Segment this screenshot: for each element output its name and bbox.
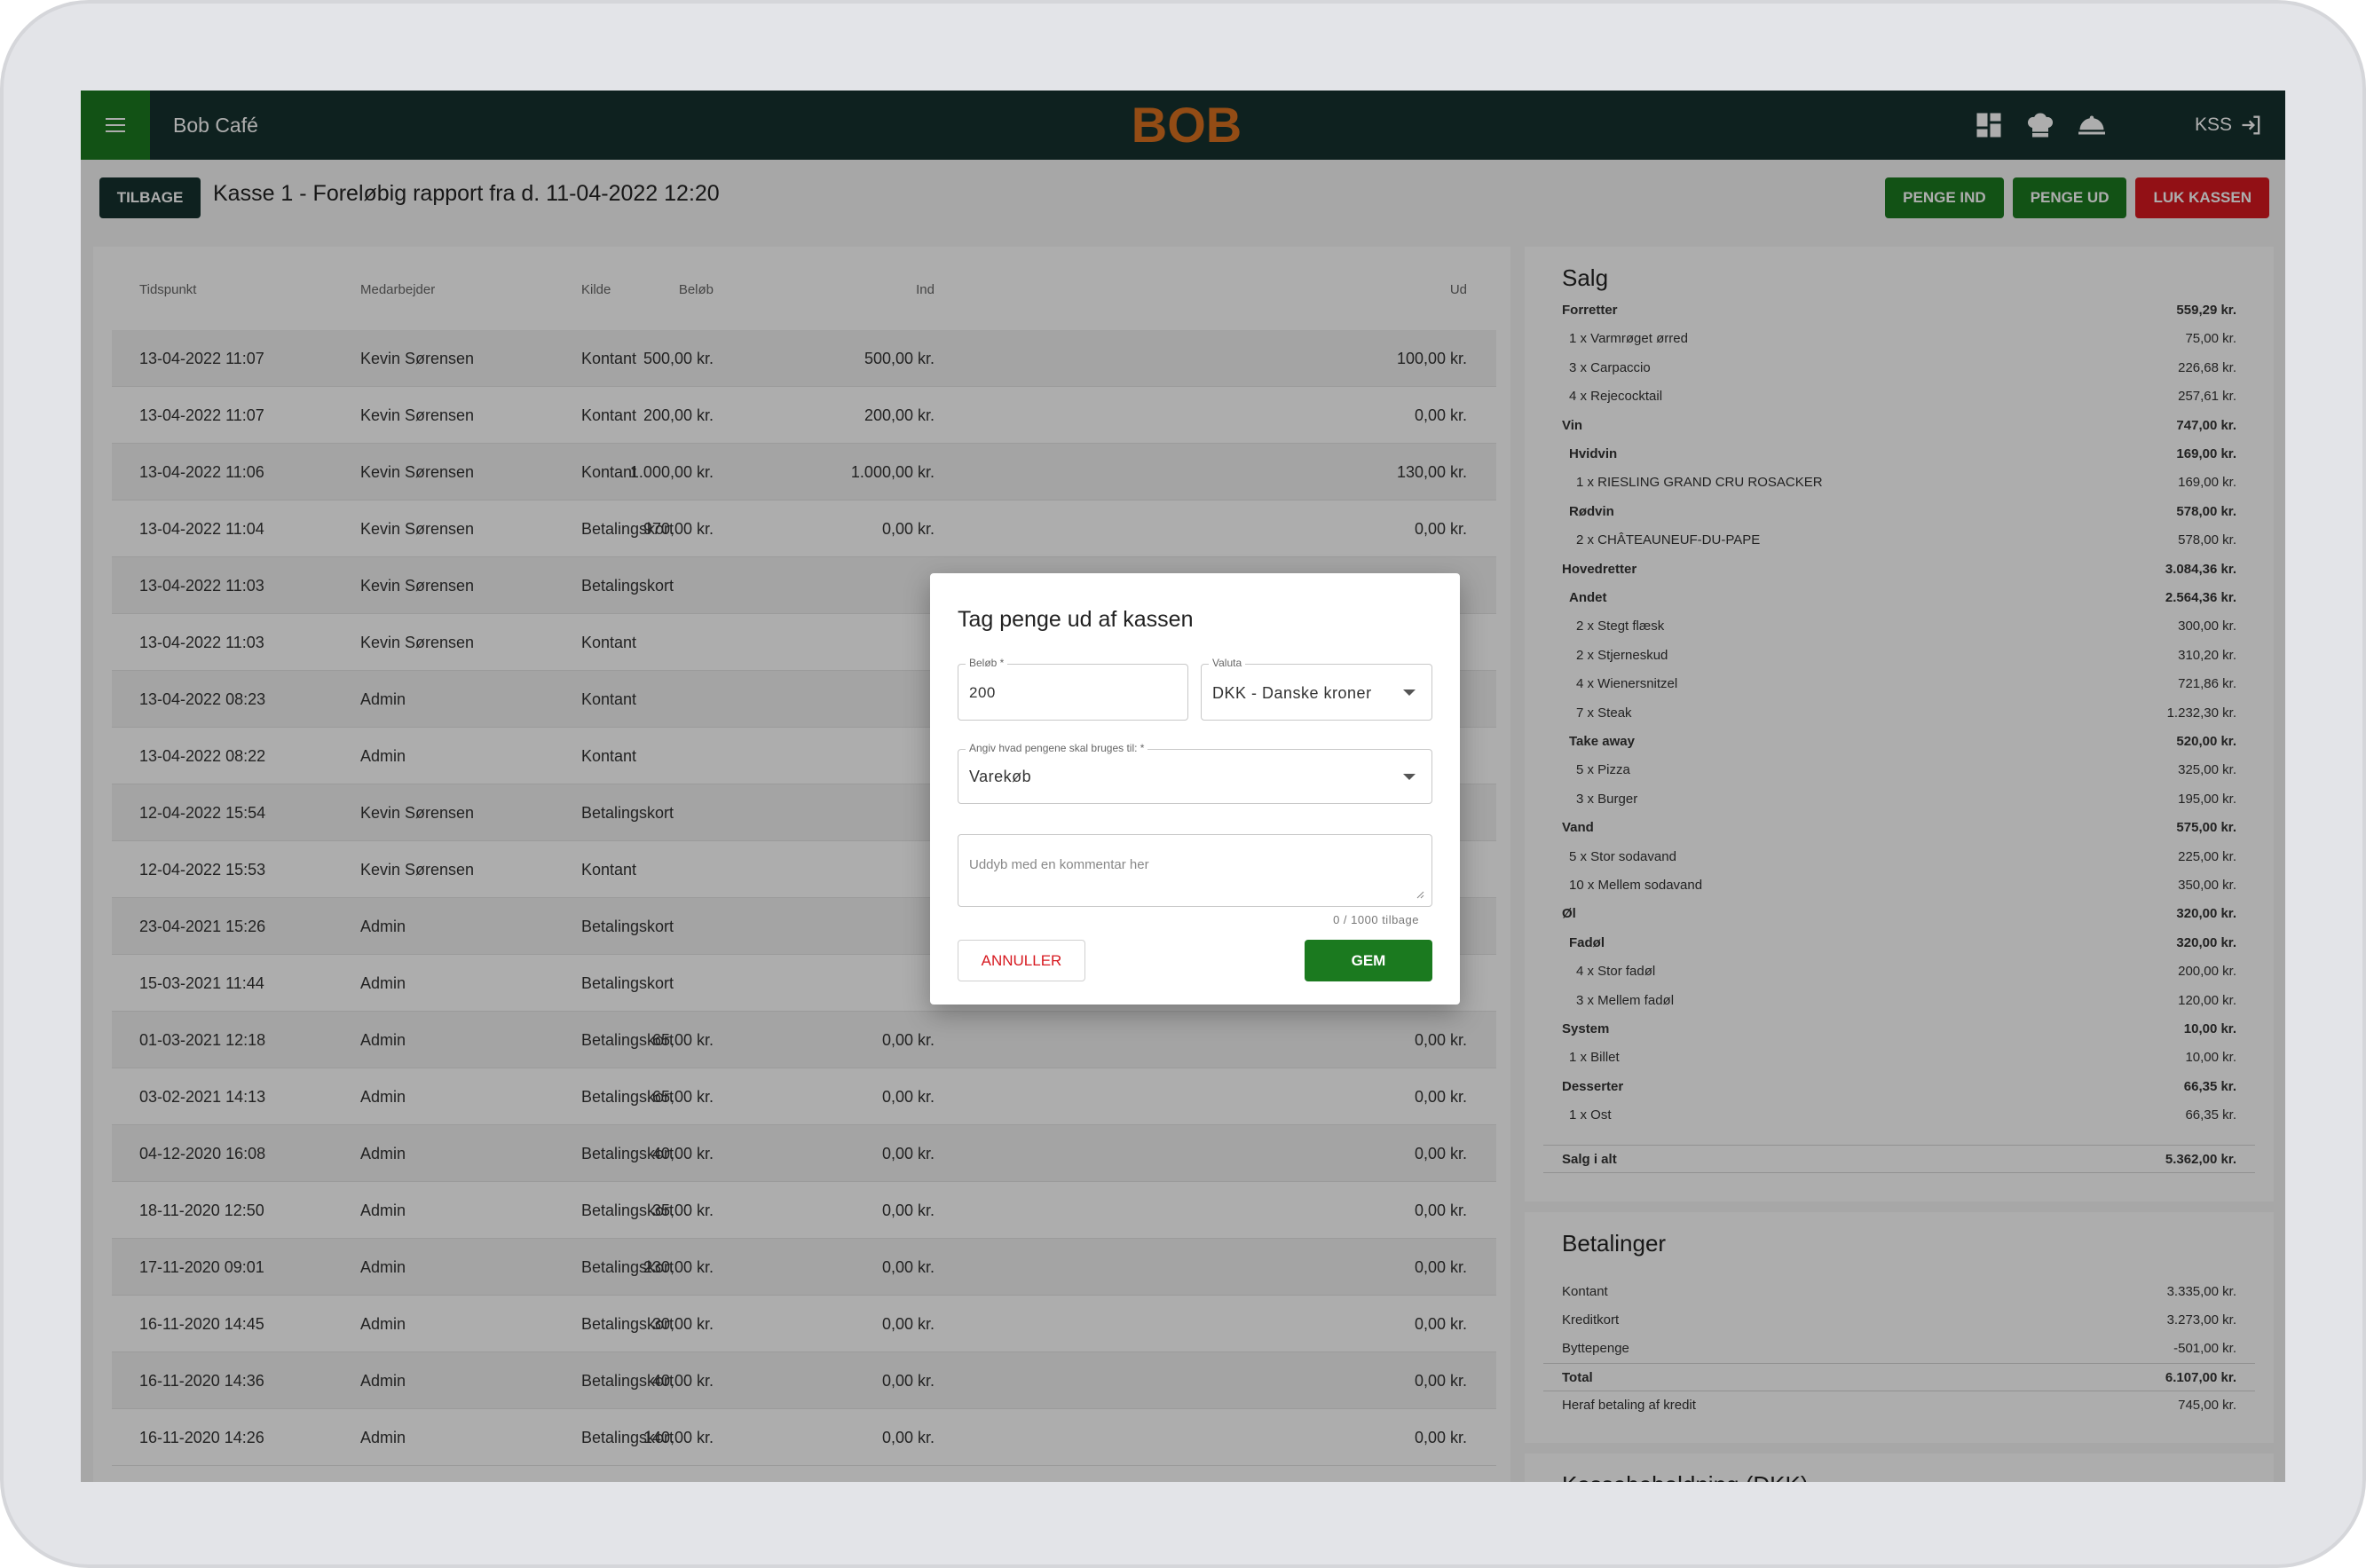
purpose-select[interactable]: Angiv hvad pengene skal bruges til: * Va… [958,742,1432,804]
resize-handle-icon[interactable] [1416,890,1424,899]
penge-ud-dialog: Tag penge ud af kassen Beløb * 200 Valut… [930,573,1460,1005]
save-button[interactable]: GEM [1305,940,1432,981]
chevron-down-icon [1403,689,1416,696]
dialog-title: Tag penge ud af kassen [958,607,1194,632]
app-screen: Bob Café BOB KSS TILBAGE Kasse 1 - Forel… [81,91,2285,1482]
char-counter: 0 / 1000 tilbage [1333,913,1419,926]
chevron-down-icon [1403,774,1416,780]
amount-field[interactable]: Beløb * 200 [958,657,1188,721]
currency-select[interactable]: Valuta DKK - Danske kroner [1201,657,1432,721]
amount-value: 200 [969,684,996,701]
cancel-button[interactable]: ANNULLER [958,940,1085,981]
currency-value: DKK - Danske kroner [1212,684,1372,702]
comment-textarea[interactable]: Uddyb med en kommentar her [958,834,1432,907]
purpose-value: Varekøb [969,768,1032,785]
